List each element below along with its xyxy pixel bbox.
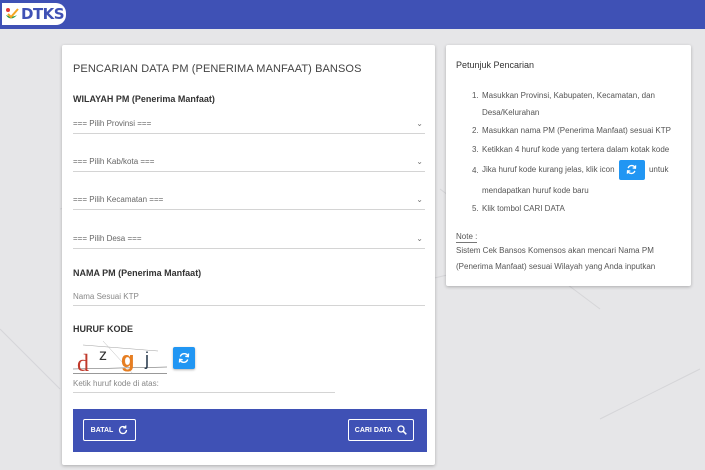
chevron-down-icon: ⌄ [416, 234, 423, 243]
kecamatan-select[interactable]: === Pilih Kecamatan === ⌄ [73, 190, 425, 210]
batal-button-label: BATAL [90, 426, 114, 434]
cari-data-button-label: CARI DATA [354, 426, 393, 434]
kabkota-select-value: === Pilih Kab/kota === [73, 157, 155, 166]
chevron-down-icon: ⌄ [416, 119, 423, 128]
provinsi-select[interactable]: === Pilih Provinsi === ⌄ [73, 114, 425, 134]
captcha-char-2: z [99, 347, 107, 364]
search-icon [397, 425, 408, 435]
search-form-card: PENCARIAN DATA PM (PENERIMA MANFAAT) BAN… [62, 45, 435, 465]
refresh-icon [626, 165, 637, 175]
nama-input[interactable] [73, 288, 425, 306]
kode-input[interactable] [73, 375, 335, 393]
guide-card: Petunjuk Pencarian 1. Masukkan Provinsi,… [446, 45, 691, 286]
top-app-bar: DTKS [0, 0, 705, 29]
captcha-image: d z g j [73, 341, 167, 374]
kecamatan-select-value: === Pilih Kecamatan === [73, 195, 164, 204]
refresh-icon [178, 353, 190, 363]
provinsi-select-value: === Pilih Provinsi === [73, 119, 152, 128]
form-title: PENCARIAN DATA PM (PENERIMA MANFAAT) BAN… [73, 63, 362, 75]
cari-data-button[interactable]: CARI DATA [348, 419, 414, 441]
form-action-bar: BATAL CARI DATA [73, 409, 427, 452]
kabkota-select[interactable]: === Pilih Kab/kota === ⌄ [73, 152, 425, 172]
chevron-down-icon: ⌄ [416, 157, 423, 166]
desa-select[interactable]: === Pilih Desa === ⌄ [73, 229, 425, 249]
guide-title: Petunjuk Pencarian [456, 60, 535, 70]
refresh-icon-sample [618, 159, 645, 180]
wilayah-label: WILAYAH PM (Penerima Manfaat) [73, 94, 215, 104]
app-logo[interactable]: DTKS [2, 3, 66, 25]
note-text: Sistem Cek Bansos Komensos akan mencari … [456, 246, 656, 271]
refresh-icon [119, 425, 128, 435]
note-label: Note : [456, 232, 478, 243]
desa-select-value: === Pilih Desa === [73, 234, 142, 243]
logo-mark-icon [6, 8, 19, 19]
chevron-down-icon: ⌄ [416, 195, 423, 204]
nama-label: NAMA PM (Penerima Manfaat) [73, 268, 202, 278]
captcha-char-3: g [121, 347, 134, 372]
logo-text: DTKS [21, 5, 65, 23]
kode-label: HURUF KODE [73, 324, 133, 334]
captcha-char-4: j [144, 349, 149, 369]
captcha-char-1: d [77, 351, 89, 374]
guide-step-4-text-before: Jika huruf kode kurang jelas, klik icon [482, 165, 615, 174]
batal-button[interactable]: BATAL [83, 419, 136, 441]
refresh-captcha-button[interactable] [173, 347, 195, 369]
